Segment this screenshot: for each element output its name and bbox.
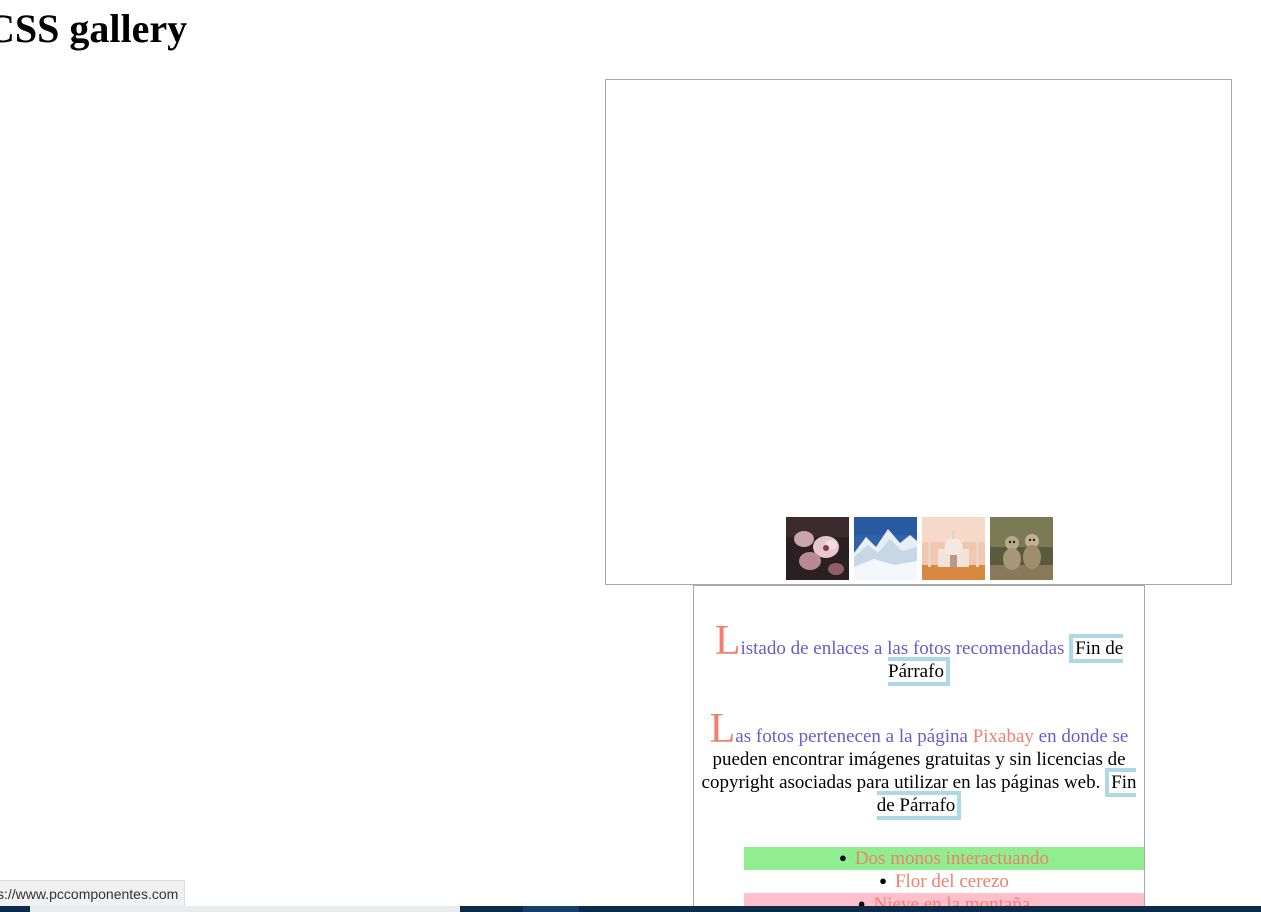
monkeys-icon <box>990 517 1053 580</box>
dropcap: L <box>714 618 741 664</box>
taj-mahal-icon <box>922 517 985 580</box>
page-title: CSS gallery <box>0 6 188 51</box>
list-item: Flor del cerezo <box>744 870 1144 893</box>
snowy-mountain-icon <box>854 517 917 580</box>
paragraph-text: as fotos pertenecen a la página <box>735 726 973 747</box>
paragraph-text: istado de enlaces a las fotos recomendad… <box>740 638 1065 659</box>
paragraph-links-intro: Listado de enlaces a las fotos recomenda… <box>694 620 1144 686</box>
taskbar-start[interactable] <box>0 906 30 912</box>
thumbnail-cherry-blossom[interactable] <box>786 517 849 580</box>
list-item: Dos monos interactuando <box>744 847 1144 870</box>
photo-link-cherry-blossom[interactable]: Flor del cerezo <box>895 871 1009 892</box>
paragraph-text-black: pueden encontrar imágenes gratuitas y si… <box>701 749 1126 793</box>
pixabay-link[interactable]: Pixabay <box>973 726 1034 747</box>
photo-link-list: Dos monos interactuando Flor del cerezo … <box>744 847 1144 912</box>
main-image-area <box>606 80 1231 510</box>
taskbar <box>0 906 1261 912</box>
info-panel: Listado de enlaces a las fotos recomenda… <box>693 585 1145 912</box>
photo-link-monkeys[interactable]: Dos monos interactuando <box>855 848 1049 869</box>
status-bar-url: s://www.pccomponentes.com <box>0 880 186 908</box>
dropcap: L <box>709 706 736 752</box>
cherry-blossom-icon <box>786 517 849 580</box>
taskbar-search[interactable] <box>30 906 460 912</box>
gallery-frame <box>605 79 1232 585</box>
thumbnail-strip <box>786 517 1053 580</box>
thumbnail-taj-mahal[interactable] <box>922 517 985 580</box>
paragraph-pixabay: Las fotos pertenecen a la página Pixabay… <box>694 708 1144 820</box>
paragraph-text-cont: en donde se <box>1033 726 1129 747</box>
thumbnail-monkeys[interactable] <box>990 517 1053 580</box>
thumbnail-snowy-mountain[interactable] <box>854 517 917 580</box>
taskbar-app[interactable] <box>523 906 579 912</box>
